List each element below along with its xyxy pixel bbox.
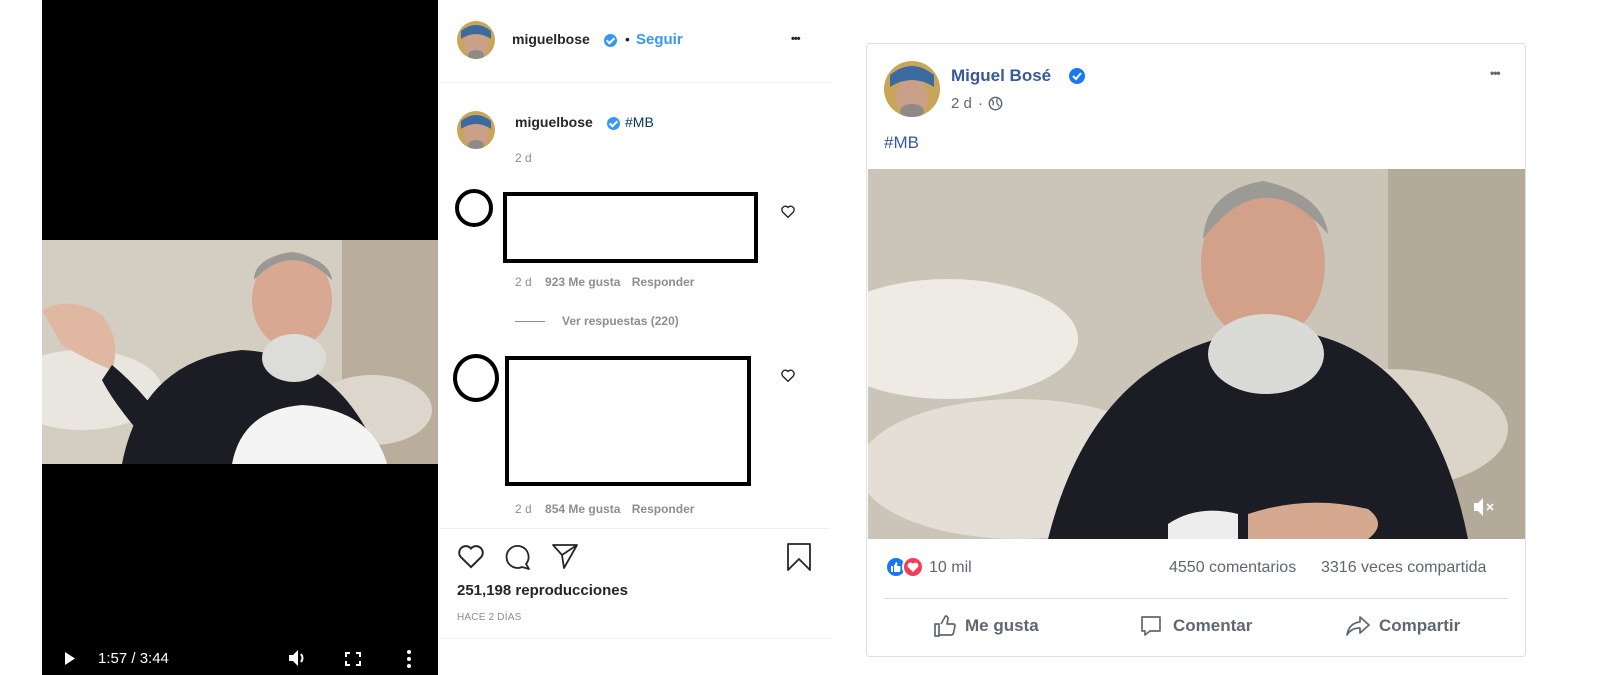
reply-button[interactable]: Responder xyxy=(632,502,695,516)
fb-like-label: Me gusta xyxy=(965,616,1039,635)
fb-comment-label: Comentar xyxy=(1173,616,1253,635)
fb-author-name[interactable]: Miguel Bosé xyxy=(951,66,1051,86)
play-icon[interactable] xyxy=(64,652,76,665)
heart-icon[interactable] xyxy=(781,369,795,387)
redacted-comment xyxy=(505,356,751,486)
love-reaction-icon[interactable] xyxy=(902,556,924,578)
verified-badge-icon xyxy=(607,117,620,130)
share-count[interactable]: 3316 veces compartida xyxy=(1321,559,1486,577)
more-options-icon[interactable]: ••• xyxy=(791,33,801,45)
video-time: 1:57 / 3:44 xyxy=(98,650,169,667)
follow-button[interactable]: Seguir xyxy=(636,31,683,48)
fb-verified-icon xyxy=(1069,68,1085,84)
comment-meta: 2 d 923 Me gusta Responder xyxy=(515,275,702,289)
thumbs-up-icon xyxy=(934,615,956,637)
facebook-post-card: Miguel Bosé 2 d · ••• #MB 10 mil 4550 co… xyxy=(866,43,1526,657)
reply-button[interactable]: Responder xyxy=(632,275,695,289)
video-scene xyxy=(42,240,438,464)
comment-time: 2 d xyxy=(515,502,532,516)
fb-post-text[interactable]: #MB xyxy=(884,133,919,153)
actions-divider xyxy=(440,528,830,529)
fb-like-button[interactable]: Me gusta xyxy=(933,614,1039,638)
view-count[interactable]: 251,198 reproducciones xyxy=(457,582,628,599)
like-heart-icon[interactable] xyxy=(457,543,485,574)
comment-time: 2 d xyxy=(515,275,532,289)
reaction-count[interactable]: 10 mil xyxy=(929,559,972,577)
video-frame[interactable] xyxy=(42,240,438,464)
fb-more-options-icon[interactable]: ••• xyxy=(1490,66,1501,80)
instagram-panel: miguelbose • Seguir ••• miguelbose #MB 2… xyxy=(440,0,830,675)
fb-video[interactable] xyxy=(868,169,1525,539)
fb-dot: · xyxy=(978,95,983,112)
redacted-avatar xyxy=(453,354,499,402)
avatar[interactable] xyxy=(457,21,495,59)
fullscreen-icon[interactable] xyxy=(345,652,361,666)
globe-icon xyxy=(988,96,1003,116)
fb-actions-divider xyxy=(884,598,1508,599)
caption-username[interactable]: miguelbose xyxy=(515,114,593,130)
bottom-divider xyxy=(440,638,830,639)
header-separator: • xyxy=(625,31,630,47)
comment-bubble-icon xyxy=(1141,616,1161,636)
header-username[interactable]: miguelbose xyxy=(512,31,590,47)
comment-icon[interactable] xyxy=(503,543,531,575)
header-divider xyxy=(440,82,830,83)
comment-count[interactable]: 4550 comentarios xyxy=(1169,559,1296,577)
view-replies-button[interactable]: Ver respuestas (220) xyxy=(562,314,679,328)
verified-badge-icon xyxy=(604,34,617,47)
more-vertical-icon[interactable] xyxy=(407,650,411,668)
replies-line xyxy=(515,321,545,322)
comment-likes[interactable]: 854 Me gusta xyxy=(545,502,620,516)
fb-post-time[interactable]: 2 d xyxy=(951,95,972,112)
fb-comment-button[interactable]: Comentar xyxy=(1139,614,1252,638)
fb-avatar[interactable] xyxy=(884,61,940,117)
redacted-avatar xyxy=(455,189,493,227)
bookmark-icon[interactable] xyxy=(786,542,812,577)
caption-time: 2 d xyxy=(515,151,532,165)
redacted-comment xyxy=(503,192,758,263)
volume-icon[interactable] xyxy=(288,649,308,667)
comment-meta: 2 d 854 Me gusta Responder xyxy=(515,502,702,516)
share-arrow-icon xyxy=(1346,616,1370,636)
comment-likes[interactable]: 923 Me gusta xyxy=(545,275,620,289)
fb-video-scene xyxy=(868,169,1525,539)
fb-share-label: Compartir xyxy=(1379,616,1461,635)
share-icon[interactable] xyxy=(551,543,579,575)
caption-avatar[interactable] xyxy=(457,111,495,149)
video-player[interactable]: 1:57 / 3:44 xyxy=(42,0,438,675)
video-controls: 1:57 / 3:44 xyxy=(42,641,438,675)
fb-share-button[interactable]: Compartir xyxy=(1345,614,1460,638)
caption-text[interactable]: #MB xyxy=(625,114,654,130)
muted-volume-icon[interactable] xyxy=(1472,496,1498,523)
post-date: HACE 2 DÍAS xyxy=(457,612,522,623)
heart-icon[interactable] xyxy=(781,205,795,223)
